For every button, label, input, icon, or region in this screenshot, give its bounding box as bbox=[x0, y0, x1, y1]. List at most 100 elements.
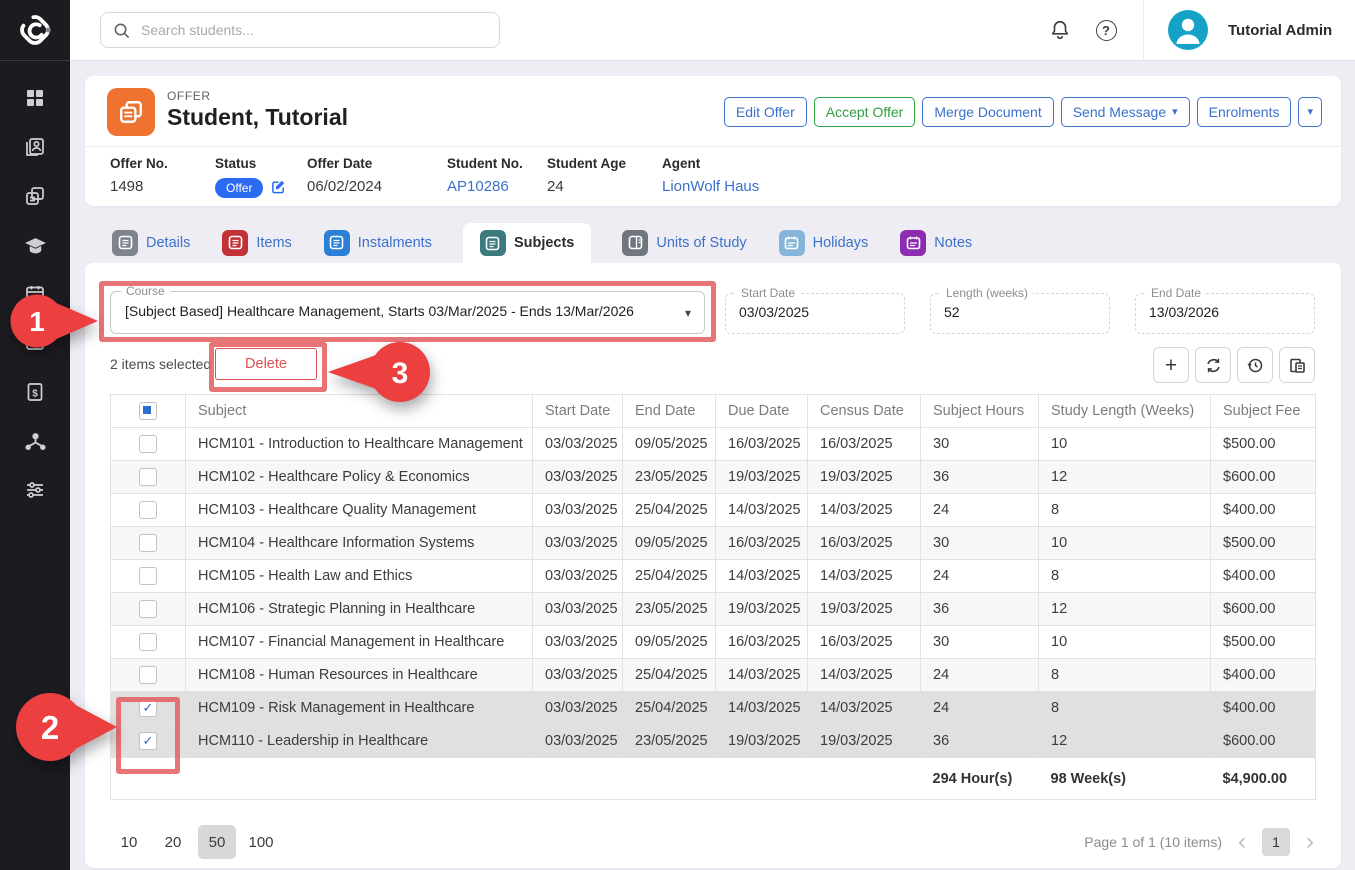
refresh-button[interactable] bbox=[1195, 347, 1231, 383]
row-checkbox[interactable]: ✓ bbox=[139, 699, 157, 717]
cell-weeks: 8 bbox=[1039, 494, 1211, 527]
offer-header-card: OFFER Student, Tutorial Edit OfferAccept… bbox=[85, 76, 1341, 206]
history-button[interactable] bbox=[1237, 347, 1273, 383]
tab-label: Items bbox=[256, 235, 291, 251]
edit-offer-button[interactable]: Edit Offer bbox=[724, 97, 807, 127]
cell-start: 03/03/2025 bbox=[533, 527, 623, 560]
col-start-date: Start Date bbox=[533, 395, 623, 428]
page-size-100[interactable]: 100 bbox=[242, 825, 280, 859]
cell-end: 25/04/2025 bbox=[623, 560, 716, 593]
prev-page-icon[interactable]: ‹ bbox=[1236, 830, 1248, 854]
notifications-button[interactable] bbox=[1048, 18, 1072, 42]
cell-fee: $400.00 bbox=[1211, 560, 1316, 593]
row-checkbox-cell bbox=[111, 626, 186, 659]
lionwolf-logo-icon bbox=[16, 11, 54, 49]
pagination-bar: 102050100 Page 1 of 1 (10 items) ‹ 1 › bbox=[110, 822, 1316, 862]
tab-items[interactable]: Items bbox=[220, 222, 293, 263]
app-root: $ ? Tutorial Admin bbox=[0, 0, 1355, 870]
students-icon[interactable] bbox=[20, 134, 50, 160]
tab-details[interactable]: Details bbox=[110, 222, 192, 263]
cell-subject: HCM103 - Healthcare Quality Management bbox=[186, 494, 533, 527]
row-checkbox[interactable] bbox=[139, 567, 157, 585]
cell-start: 03/03/2025 bbox=[533, 494, 623, 527]
field-label: Agent bbox=[662, 156, 802, 171]
tab-units-of-study[interactable]: Units of Study bbox=[620, 222, 748, 263]
cell-fee: $400.00 bbox=[1211, 659, 1316, 692]
course-select[interactable]: Course [Subject Based] Healthcare Manage… bbox=[110, 291, 705, 334]
cell-fee: $500.00 bbox=[1211, 428, 1316, 461]
bell-icon bbox=[1049, 19, 1071, 41]
tab-holidays[interactable]: Holidays bbox=[777, 222, 871, 263]
enrolments-button[interactable]: Enrolments bbox=[1197, 97, 1292, 127]
agents-icon[interactable] bbox=[20, 428, 50, 454]
lionwolf-logo[interactable] bbox=[0, 0, 70, 61]
row-checkbox[interactable] bbox=[139, 666, 157, 684]
copy-icon bbox=[1289, 357, 1306, 374]
col-due-date: Due Date bbox=[716, 395, 808, 428]
merge-document-button[interactable]: Merge Document bbox=[922, 97, 1053, 127]
select-all-checkbox[interactable] bbox=[139, 402, 157, 420]
user-name[interactable]: Tutorial Admin bbox=[1228, 0, 1332, 60]
row-checkbox[interactable] bbox=[139, 534, 157, 552]
course-label: Course bbox=[121, 284, 170, 298]
field-value[interactable]: AP10286 bbox=[447, 178, 547, 195]
row-checkbox[interactable] bbox=[139, 633, 157, 651]
refresh-icon bbox=[1205, 357, 1222, 374]
dashboard-icon[interactable] bbox=[20, 85, 50, 111]
col-study-length: Study Length (Weeks) bbox=[1039, 395, 1211, 428]
table-row: HCM101 - Introduction to Healthcare Mana… bbox=[111, 428, 1316, 461]
field-value[interactable]: LionWolf Haus bbox=[662, 178, 802, 195]
tab-subjects[interactable]: Subjects bbox=[462, 222, 592, 263]
table-row: HCM102 - Healthcare Policy & Economics03… bbox=[111, 461, 1316, 494]
tab-notes[interactable]: Notes bbox=[898, 222, 974, 263]
select-all-cell bbox=[111, 395, 186, 428]
tab-instalments[interactable]: Instalments bbox=[322, 222, 434, 263]
chevron-down-icon: ▾ bbox=[685, 306, 691, 320]
classes-icon[interactable] bbox=[20, 330, 50, 356]
start-date-field: Start Date 03/03/2025 bbox=[725, 293, 905, 334]
current-page-button[interactable]: 1 bbox=[1262, 828, 1290, 856]
row-checkbox[interactable]: ✓ bbox=[139, 732, 157, 750]
next-page-icon[interactable]: › bbox=[1304, 830, 1316, 854]
settings-icon[interactable] bbox=[20, 477, 50, 503]
row-checkbox[interactable] bbox=[139, 600, 157, 618]
timetable-icon[interactable] bbox=[20, 281, 50, 307]
row-checkbox[interactable] bbox=[139, 468, 157, 486]
field-value: 24 bbox=[547, 178, 662, 195]
table-header-row: Subject Start Date End Date Due Date Cen… bbox=[111, 395, 1316, 428]
more-actions-button[interactable]: ▾ bbox=[1298, 97, 1322, 127]
accept-offer-button[interactable]: Accept Offer bbox=[814, 97, 916, 127]
courses-icon[interactable] bbox=[20, 232, 50, 258]
field-value: Offer bbox=[215, 178, 307, 198]
row-checkbox-cell bbox=[111, 659, 186, 692]
delete-button[interactable]: Delete bbox=[215, 348, 317, 380]
offer-divider bbox=[85, 146, 1341, 147]
user-avatar[interactable] bbox=[1168, 10, 1208, 50]
table-row: ✓HCM109 - Risk Management in Healthcare0… bbox=[111, 692, 1316, 725]
send-message-button[interactable]: Send Message▾ bbox=[1061, 97, 1190, 127]
items-tab-icon bbox=[222, 230, 248, 256]
search-input[interactable] bbox=[139, 21, 487, 39]
row-checkbox-cell bbox=[111, 527, 186, 560]
table-row: HCM106 - Strategic Planning in Healthcar… bbox=[111, 593, 1316, 626]
page-size-10[interactable]: 10 bbox=[110, 825, 148, 859]
copy-button[interactable] bbox=[1279, 347, 1315, 383]
cell-fee: $500.00 bbox=[1211, 527, 1316, 560]
cell-end: 23/05/2025 bbox=[623, 725, 716, 758]
invoices-icon[interactable]: $ bbox=[20, 379, 50, 405]
page-size-20[interactable]: 20 bbox=[154, 825, 192, 859]
sidebar-nav: $ bbox=[0, 61, 70, 503]
total-hours: 294 Hour(s) bbox=[921, 758, 1039, 800]
add-button[interactable]: + bbox=[1153, 347, 1189, 383]
help-button[interactable]: ? bbox=[1094, 18, 1118, 42]
offers-icon[interactable] bbox=[20, 183, 50, 209]
chevron-down-icon: ▾ bbox=[1307, 107, 1313, 118]
cell-hours: 30 bbox=[921, 527, 1039, 560]
offer-actions: Edit OfferAccept OfferMerge Document Send… bbox=[724, 97, 1322, 127]
edit-status-icon[interactable] bbox=[271, 179, 286, 198]
page-size-50[interactable]: 50 bbox=[198, 825, 236, 859]
row-checkbox[interactable] bbox=[139, 435, 157, 453]
subjects-panel: Course [Subject Based] Healthcare Manage… bbox=[85, 263, 1341, 868]
row-checkbox[interactable] bbox=[139, 501, 157, 519]
cell-due: 16/03/2025 bbox=[716, 527, 808, 560]
